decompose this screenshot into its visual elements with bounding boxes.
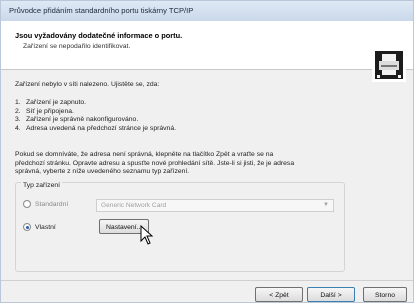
back-button[interactable]: < Zpět [255,287,303,302]
checklist-number: 1. [15,99,21,107]
checklist-item: 1. Zařízení je zapnuto. [15,99,395,108]
window-title: Průvodce přidáním standardního portu tis… [9,6,194,15]
page-title: Jsou vyžadovány dodatečné informace o po… [15,31,183,40]
page-subtitle: Zařízení se nepodařilo identifikovat. [23,43,131,50]
checklist-number: 2. [15,107,21,115]
instructions-line: Pokud se domníváte, že adresa není správ… [15,151,274,158]
checklist-item: 4. Adresa uvedená na předchozí stránce j… [15,125,395,134]
checklist-number: 3. [15,116,21,124]
instructions-line: předchozí stránku. Opravte adresu a spus… [15,159,295,167]
standard-device-select-value: Generic Network Card [101,202,167,209]
printer-network-icon [372,48,406,82]
radio-unchecked-icon[interactable] [23,200,31,208]
footer-divider [1,280,413,281]
header-panel: Jsou vyžadovány dodatečné informace o po… [1,21,413,82]
wizard-window: Průvodce přidáním standardního portu tis… [0,0,414,303]
device-type-label: Typ zařízení [21,182,63,189]
next-button[interactable]: Další > [307,287,355,302]
cancel-button[interactable]: Storno [363,287,407,302]
checklist-text: Adresa uvedená na předchozí stránce je s… [26,124,177,132]
chevron-down-icon: ▼ [323,202,329,208]
checklist-text: Síť je připojena. [26,107,74,115]
checklist-number: 4. [15,124,21,132]
standard-radio[interactable]: Standardní [23,200,68,208]
checklist-text: Zařízení je zapnuto. [26,99,87,107]
standard-radio-label: Standardní [35,200,69,208]
instructions-line: správná, vyberte z níže uvedeného seznam… [15,168,190,176]
custom-radio[interactable]: Vlastní [23,223,56,231]
checklist-text: Zařízení je správně nakonfigurováno. [26,116,139,124]
radio-checked-icon[interactable] [23,223,31,231]
mouse-cursor-icon [140,225,154,245]
checklist: 1. Zařízení je zapnuto. 2. Síť je připoj… [15,99,395,133]
intro-text: Zařízení nebylo v síti nalezeno. Ujistět… [15,81,160,88]
custom-radio-label: Vlastní [35,223,56,231]
title-bar: Průvodce přidáním standardního portu tis… [1,1,413,22]
checklist-item: 3. Zařízení je správně nakonfigurováno. [15,116,395,125]
standard-device-select[interactable]: Generic Network Card ▼ [96,199,334,212]
checklist-item: 2. Síť je připojena. [15,108,395,117]
info-section: Zařízení nebylo v síti nalezeno. Ujistět… [15,81,395,133]
instructions-paragraph: Pokud se domníváte, že adresa není správ… [15,151,395,177]
device-type-group [15,182,345,272]
